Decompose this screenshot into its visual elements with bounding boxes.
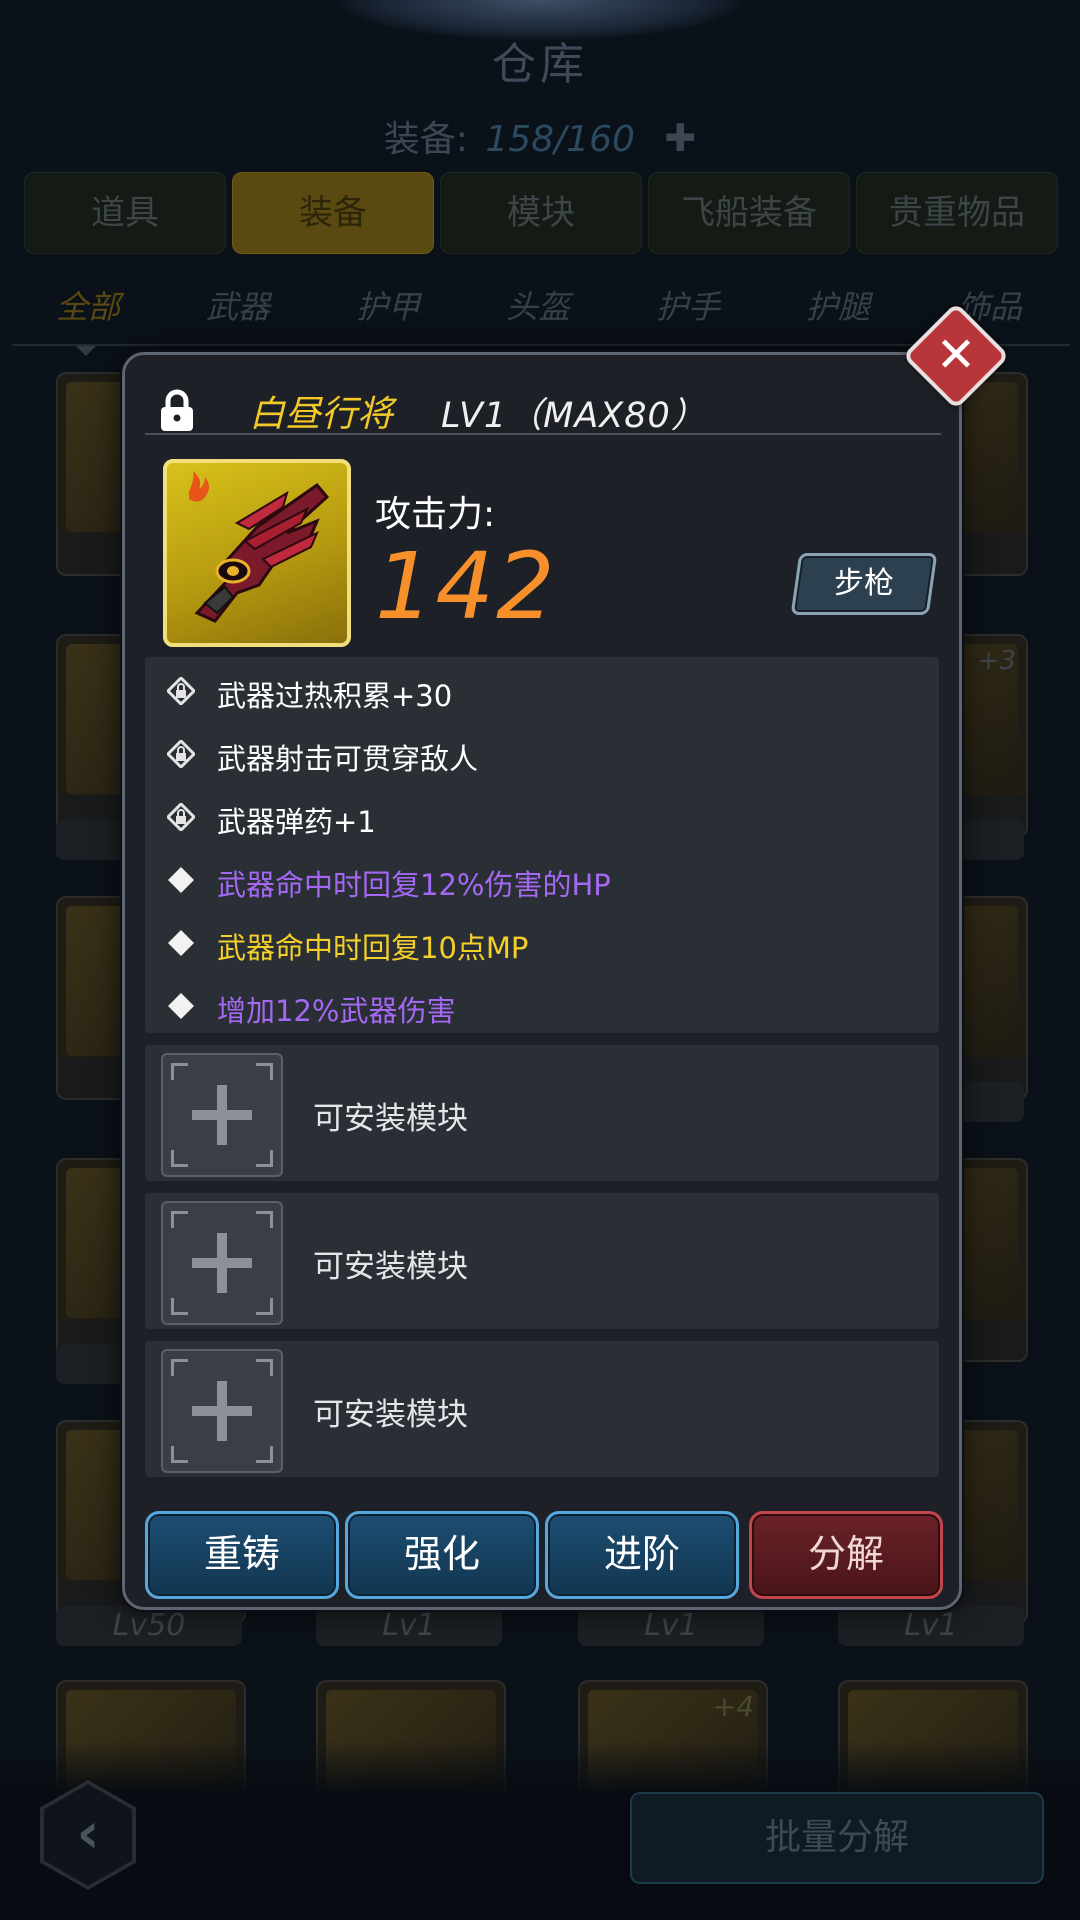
item-name: 白昼行将 (249, 394, 394, 435)
locked-gem-icon (167, 677, 195, 705)
module-slot[interactable]: 可安装模块 (145, 1341, 939, 1477)
attribute-row: 武器命中时回复10点MP (167, 917, 927, 969)
locked-gem-icon (167, 803, 195, 831)
attribute-text: 武器弹药+1 (217, 805, 376, 839)
module-slot[interactable]: 可安装模块 (145, 1045, 939, 1181)
header-divider (145, 433, 941, 435)
decompose-button[interactable]: 分解 (749, 1511, 943, 1599)
attribute-row: 武器命中时回复12%伤害的HP (167, 854, 927, 906)
weapon-art (189, 471, 330, 623)
enhance-button[interactable]: 强化 (345, 1511, 539, 1599)
attack-value: 142 (375, 533, 557, 640)
capacity-value: 158/160 (485, 119, 635, 160)
main-tabs: 道具 装备 模块 飞船装备 贵重物品 (24, 172, 1058, 254)
weapon-icon (163, 459, 351, 647)
add-module-icon (161, 1201, 283, 1325)
item-detail-dialog: 白昼行将 LV1（MAX80） 攻击力: 142 步枪 武器过热积累+30 武器… (122, 352, 962, 1610)
filter-helmet[interactable]: 头盔 (478, 282, 598, 328)
locked-gem-icon (167, 740, 195, 768)
tab-ship-equipment[interactable]: 飞船装备 (648, 172, 850, 254)
filter-tabs: 全部 武器 护甲 头盔 护手 护腿 饰品 (0, 282, 1080, 332)
attribute-text: 武器过热积累+30 (217, 679, 453, 713)
attribute-row: 增加12%武器伤害 (167, 980, 927, 1032)
expand-capacity-icon[interactable]: ✚ (664, 116, 696, 160)
lock-icon[interactable] (159, 389, 195, 433)
diamond-icon (168, 867, 194, 893)
module-slot[interactable]: 可安装模块 (145, 1193, 939, 1329)
attribute-text: 武器命中时回复10点MP (217, 931, 529, 965)
tab-modules[interactable]: 模块 (440, 172, 642, 254)
attribute-text: 武器命中时回复12%伤害的HP (217, 868, 611, 902)
add-module-icon (161, 1349, 283, 1473)
chevron-left-icon: ‹ (44, 1784, 132, 1886)
attribute-row: 武器弹药+1 (167, 791, 927, 843)
module-slot-label: 可安装模块 (313, 1249, 468, 1285)
enhance-badge: +4 (712, 1690, 754, 1723)
close-icon: ✕ (935, 327, 977, 383)
card-level: Lv50 (56, 1606, 242, 1646)
capacity-indicator: 装备: 158/160 ✚ (0, 110, 1080, 162)
tab-equipment[interactable]: 装备 (232, 172, 434, 254)
module-slot-label: 可安装模块 (313, 1101, 468, 1137)
attribute-row: 武器射击可贯穿敌人 (167, 728, 927, 780)
filter-gloves[interactable]: 护手 (628, 282, 748, 328)
card-level: Lv1 (578, 1606, 764, 1646)
tab-items[interactable]: 道具 (24, 172, 226, 254)
advance-button[interactable]: 进阶 (545, 1511, 739, 1599)
diamond-icon (168, 993, 194, 1019)
module-slot-label: 可安装模块 (313, 1397, 468, 1433)
screen-title: 仓库 (492, 39, 588, 90)
attribute-list: 武器过热积累+30 武器射击可贯穿敌人 武器弹药+1 武器命中时回复12%伤害的… (145, 657, 939, 1033)
attribute-text: 增加12%武器伤害 (217, 994, 456, 1028)
filter-active-marker (76, 346, 96, 356)
filter-armor[interactable]: 护甲 (328, 282, 448, 328)
weapon-type-badge: 步枪 (790, 553, 938, 615)
reforge-button[interactable]: 重铸 (145, 1511, 339, 1599)
item-level: LV1（MAX80） (441, 396, 707, 436)
capacity-label: 装备: (383, 119, 468, 160)
attribute-text: 武器射击可贯穿敌人 (217, 742, 479, 776)
enhance-badge: +3 (977, 646, 1016, 676)
filter-weapons[interactable]: 武器 (178, 282, 298, 328)
card-level: Lv1 (838, 1606, 1024, 1646)
tab-valuables[interactable]: 贵重物品 (856, 172, 1058, 254)
attribute-row: 武器过热积累+30 (167, 665, 927, 717)
batch-decompose-button[interactable]: 批量分解 (630, 1792, 1044, 1884)
diamond-icon (168, 930, 194, 956)
add-module-icon (161, 1053, 283, 1177)
attack-label: 攻击力: (375, 494, 496, 535)
filter-all[interactable]: 全部 (28, 282, 148, 328)
card-level: Lv1 (316, 1606, 502, 1646)
filter-leggings[interactable]: 护腿 (778, 282, 898, 328)
weapon-type-label: 步枪 (834, 566, 894, 601)
